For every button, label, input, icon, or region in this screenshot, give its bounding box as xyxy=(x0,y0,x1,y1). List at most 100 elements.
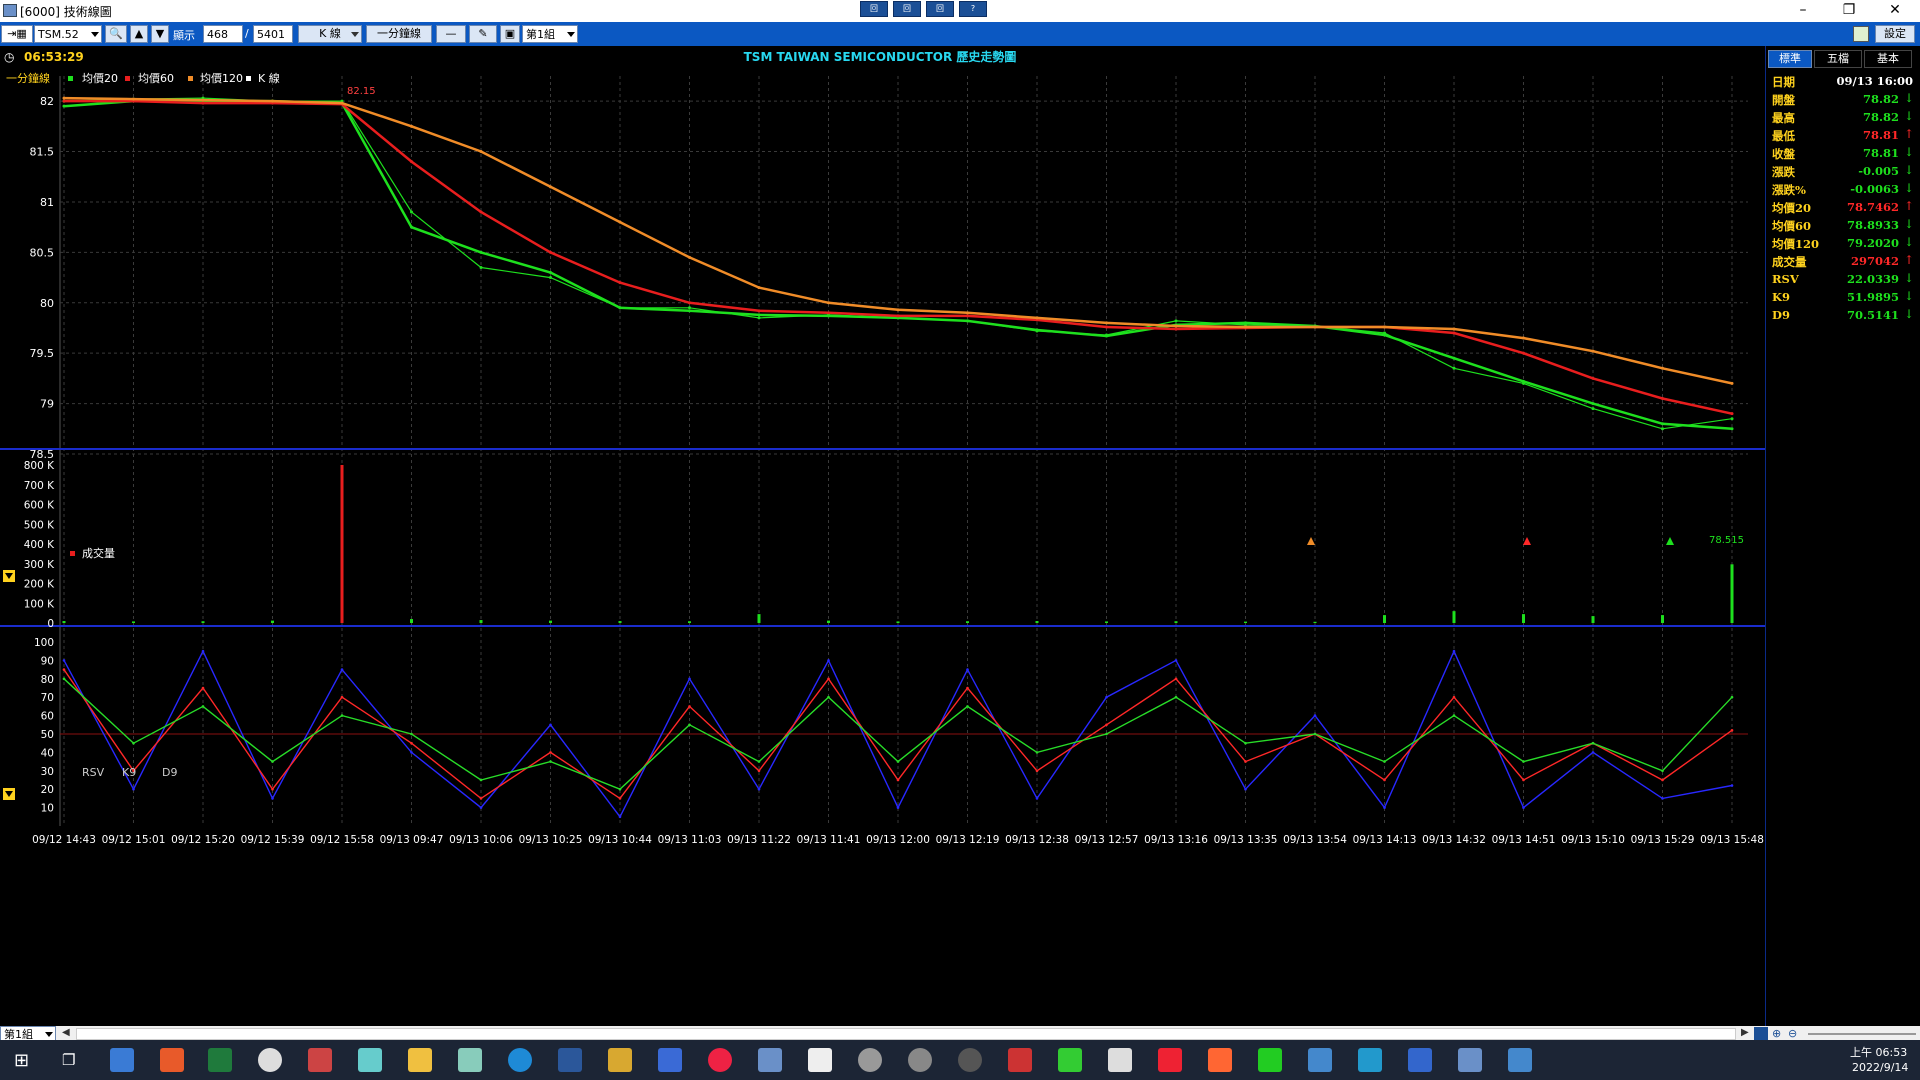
ma120-line-point xyxy=(479,150,483,154)
app-icon-26[interactable] xyxy=(1358,1048,1382,1072)
horizontal-scrollbar[interactable] xyxy=(76,1028,1736,1040)
line-style-select[interactable]: — xyxy=(436,25,466,43)
rsv-line-point xyxy=(1522,806,1525,809)
app-icon-16[interactable] xyxy=(858,1048,882,1072)
tab-basic[interactable]: 基本 xyxy=(1864,50,1912,68)
volume-bar xyxy=(827,620,830,623)
d9-line-point xyxy=(1244,741,1247,745)
quote-key: 漲跌% xyxy=(1772,183,1806,197)
app-icon-29[interactable] xyxy=(1508,1048,1532,1072)
draw-tool-icon[interactable]: ✎ xyxy=(469,25,497,43)
quote-value: 297042 xyxy=(1850,254,1899,268)
store-icon[interactable] xyxy=(1308,1048,1332,1072)
zoom-slider[interactable] xyxy=(1808,1033,1916,1035)
fit-icon[interactable] xyxy=(1754,1027,1768,1041)
zoom-out-icon[interactable]: ⊖ xyxy=(1788,1027,1797,1040)
app-icon-20[interactable] xyxy=(1058,1048,1082,1072)
app-icon-19[interactable] xyxy=(1008,1048,1032,1072)
volume-y-tick: 0 xyxy=(47,618,54,630)
app-icon-12[interactable] xyxy=(658,1048,682,1072)
active-app-icon[interactable] xyxy=(1458,1048,1482,1072)
panel-separator-0[interactable] xyxy=(0,448,1765,450)
line-icon[interactable] xyxy=(1258,1048,1282,1072)
minimize-icon[interactable]: – xyxy=(1780,0,1826,22)
volume-bar xyxy=(1661,615,1664,623)
app-icon-17[interactable] xyxy=(908,1048,932,1072)
app-icon-27[interactable] xyxy=(1408,1048,1432,1072)
layout-button-3[interactable]: 回 xyxy=(926,1,954,17)
d9-line-point xyxy=(1522,760,1525,763)
d9-line-point xyxy=(132,741,135,745)
ma120-line-point xyxy=(201,98,205,102)
app-icon-8[interactable] xyxy=(458,1048,482,1072)
ma20-line-point xyxy=(827,314,830,318)
x-tick-label: 09/13 13:54 xyxy=(1283,834,1347,846)
app-icon-2[interactable] xyxy=(160,1048,184,1072)
volume-bar xyxy=(757,614,761,623)
tab-standard[interactable]: 標準 xyxy=(1768,50,1812,68)
ma120-line-point xyxy=(549,185,552,189)
save-icon[interactable]: ▣ xyxy=(500,25,520,43)
group-select[interactable]: 第1組 xyxy=(522,25,578,43)
settings-button[interactable]: 設定 xyxy=(1875,25,1915,43)
folder-icon[interactable] xyxy=(408,1048,432,1072)
word-icon[interactable] xyxy=(558,1048,582,1072)
panel-separator-1[interactable] xyxy=(0,625,1765,627)
app-icon-6[interactable] xyxy=(358,1048,382,1072)
layout-button-1[interactable]: 回 xyxy=(860,1,888,17)
zoom-in-icon[interactable]: ⊕ xyxy=(1772,1027,1781,1040)
x-tick-label: 09/12 15:20 xyxy=(171,834,235,846)
app-icon-15[interactable] xyxy=(808,1048,832,1072)
tab-five-levels[interactable]: 五檔 xyxy=(1814,50,1862,68)
legend-interval: 一分鐘線 xyxy=(6,71,50,85)
main-y-tick: 80.5 xyxy=(30,246,55,259)
arrow-up-icon[interactable]: ▲ xyxy=(130,25,148,43)
volume-bar xyxy=(1313,621,1317,623)
scroll-left-icon[interactable]: ◀ xyxy=(62,1027,70,1038)
scroll-right-icon[interactable]: ▶ xyxy=(1741,1027,1749,1038)
ma60-line-point xyxy=(688,301,691,305)
start-icon[interactable]: ⊞ xyxy=(14,1050,29,1071)
chrome-icon[interactable] xyxy=(708,1048,732,1072)
app-icon-23[interactable] xyxy=(1208,1048,1232,1072)
explorer-app-icon[interactable] xyxy=(110,1048,134,1072)
layout-button-2[interactable]: 回 xyxy=(893,1,921,17)
rsv-line-point xyxy=(549,723,552,727)
search-icon[interactable]: 🔍 xyxy=(105,25,127,43)
ma60-line-point xyxy=(1105,325,1108,329)
rsv-line-point xyxy=(1591,751,1595,754)
quote-key: 開盤 xyxy=(1772,93,1795,107)
help-button[interactable]: ? xyxy=(959,1,987,17)
app-icon-5[interactable] xyxy=(308,1048,332,1072)
task-view-icon[interactable]: ❐ xyxy=(62,1051,75,1069)
menu-grid-icon[interactable]: ⇥▦ xyxy=(1,25,33,43)
taskbar-date: 2022/9/14 xyxy=(1852,1061,1909,1074)
kd-y-tick: 10 xyxy=(41,803,54,815)
symbol-select[interactable]: TSM.52 xyxy=(34,25,102,43)
interval-select[interactable]: 一分鐘線 xyxy=(366,25,432,43)
excel-icon[interactable] xyxy=(208,1048,232,1072)
chart-app-icon[interactable] xyxy=(758,1048,782,1072)
export-icon[interactable] xyxy=(1853,26,1869,42)
x-tick-label: 09/13 10:25 xyxy=(519,834,583,846)
count-separator: / xyxy=(245,27,249,40)
k9-line-point xyxy=(1452,695,1456,699)
arrow-down-icon[interactable]: ▼ xyxy=(151,25,169,43)
quote-key: 漲跌 xyxy=(1772,165,1795,179)
close-icon[interactable]: ✕ xyxy=(1872,0,1918,22)
ie-icon[interactable] xyxy=(508,1048,532,1072)
app-icon-22[interactable] xyxy=(1158,1048,1182,1072)
arrow-down-icon: ↓ xyxy=(1903,217,1914,231)
quote-row: 最低 78.81 ↑ xyxy=(1770,127,1915,145)
total-count-input[interactable]: 5401 xyxy=(253,25,293,43)
app-icon-18[interactable] xyxy=(958,1048,982,1072)
d9-line-point xyxy=(688,723,691,727)
k9-line-point xyxy=(1730,729,1734,732)
app-icon-21[interactable] xyxy=(1108,1048,1132,1072)
show-count-input[interactable]: 468 xyxy=(203,25,243,43)
k9-line-point xyxy=(549,751,552,754)
restore-icon[interactable]: ❐ xyxy=(1826,0,1872,22)
chart-type-select[interactable]: K 線 xyxy=(298,25,362,43)
app-icon-11[interactable] xyxy=(608,1048,632,1072)
sync-icon[interactable] xyxy=(258,1048,282,1072)
